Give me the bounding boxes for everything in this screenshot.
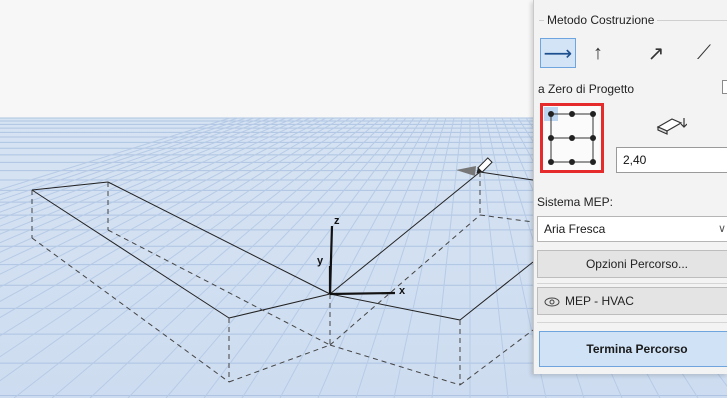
anchor-middle-left[interactable] xyxy=(548,135,554,141)
anchor-bottom-left[interactable] xyxy=(548,159,554,165)
tracking-panel: Metodo Costruzione ⟶ ↑ ↗ ⟋ a Zero di Pro… xyxy=(533,0,727,374)
anchor-bottom-center[interactable] xyxy=(569,159,575,165)
slope-icon: ⟋ xyxy=(697,41,711,64)
method-button-horizontal[interactable]: ⟶ xyxy=(540,38,576,68)
anchor-point-grid[interactable] xyxy=(540,103,604,173)
anchor-center[interactable] xyxy=(569,135,575,141)
route-options-button[interactable]: Opzioni Percorso... xyxy=(537,250,727,278)
project-zero-label: a Zero di Progetto xyxy=(538,82,635,96)
project-zero-checkbox[interactable] xyxy=(722,80,727,94)
method-button-slope[interactable]: ⟋ xyxy=(686,38,722,68)
layer-label: MEP - HVAC xyxy=(565,294,634,308)
anchor-top-left[interactable] xyxy=(548,111,554,117)
anchor-top-right[interactable] xyxy=(590,111,596,117)
method-button-vertical[interactable]: ↑ xyxy=(580,38,616,68)
anchor-bottom-right[interactable] xyxy=(590,159,596,165)
height-input[interactable]: 2,40 xyxy=(616,147,727,173)
eye-icon xyxy=(544,297,560,307)
chevron-down-icon: ∨ xyxy=(717,223,726,235)
cursor-marker xyxy=(456,166,476,176)
arrow-right-icon: ⟶ xyxy=(543,42,573,65)
divider xyxy=(537,322,727,323)
anchor-grid-icon xyxy=(544,107,596,165)
arrow-up-icon: ↑ xyxy=(593,41,603,64)
arrow-diagonal-icon: ↗ xyxy=(647,42,665,65)
anchor-middle-right[interactable] xyxy=(590,135,596,141)
elevation-icon[interactable] xyxy=(655,113,688,135)
finish-route-button[interactable]: Termina Percorso xyxy=(539,331,727,367)
method-group-title: Metodo Costruzione xyxy=(544,13,658,27)
mep-system-label: Sistema MEP: xyxy=(537,195,614,209)
layer-button[interactable]: MEP - HVAC xyxy=(537,287,727,315)
mep-system-select[interactable]: Aria Fresca ∨ xyxy=(537,216,727,242)
mep-system-value: Aria Fresca xyxy=(544,222,606,236)
anchor-top-center[interactable] xyxy=(569,111,575,117)
method-button-diagonal[interactable]: ↗ xyxy=(638,38,674,68)
pencil-cursor-icon xyxy=(476,157,493,174)
divider xyxy=(537,283,727,284)
